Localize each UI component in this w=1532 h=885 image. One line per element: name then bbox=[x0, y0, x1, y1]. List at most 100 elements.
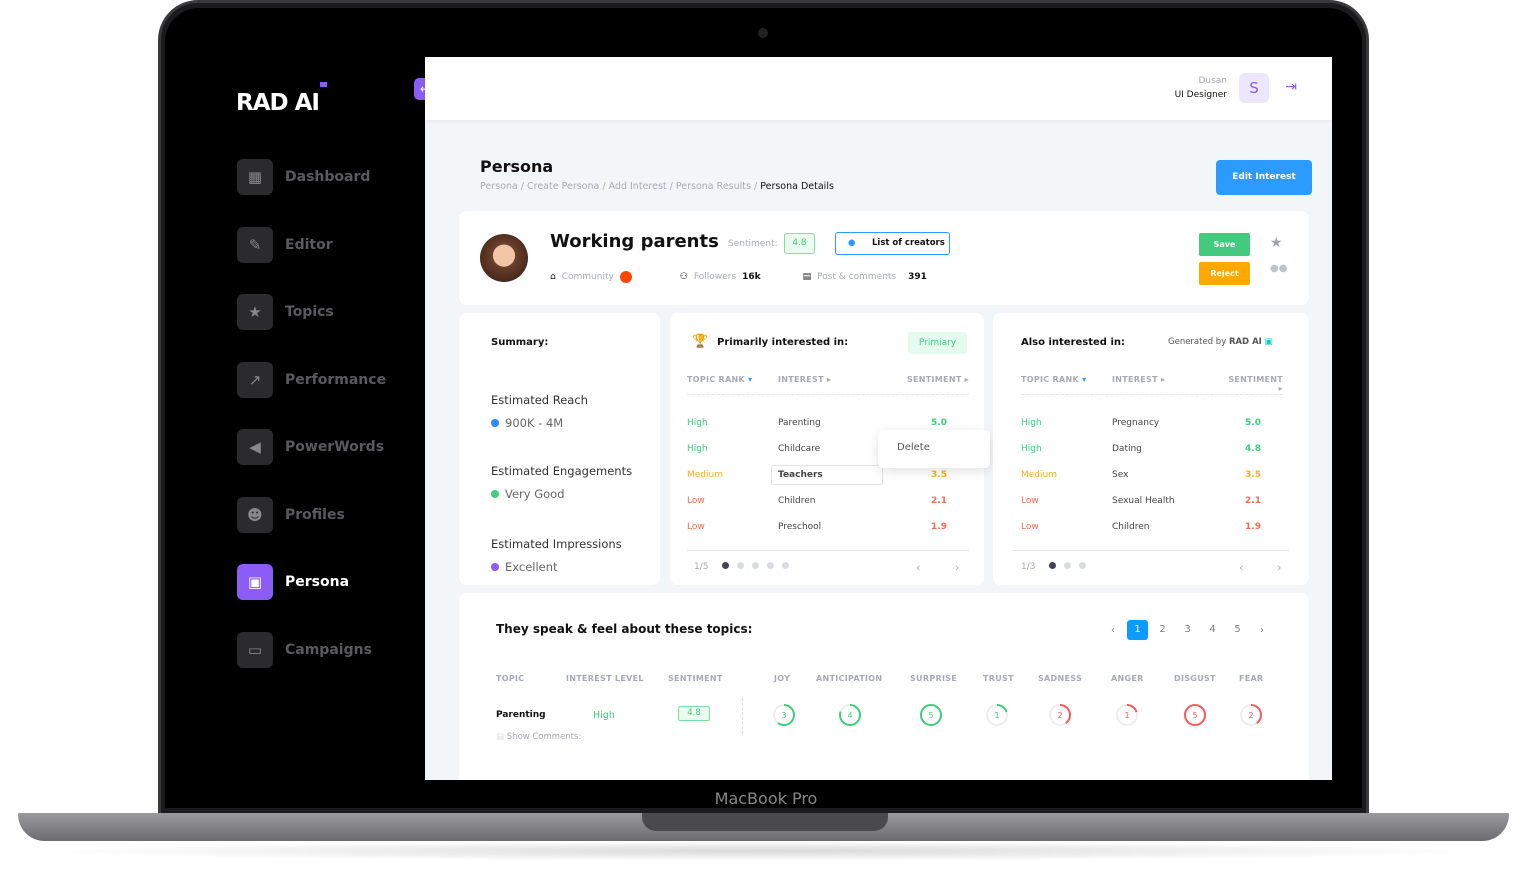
page-button[interactable]: 1 bbox=[1127, 620, 1148, 640]
reddit-icon[interactable] bbox=[619, 271, 632, 283]
sentiment: 2.1 bbox=[1245, 496, 1261, 506]
pagination-dot[interactable] bbox=[1049, 562, 1057, 569]
sentiment-badge: 4.8 bbox=[678, 706, 710, 721]
table-row[interactable]: Medium Sex 3.5 bbox=[1021, 462, 1283, 488]
sidebar-item-editor[interactable]: ✎ Editor bbox=[237, 226, 427, 263]
page-title: Persona bbox=[480, 157, 554, 176]
sidebar-item-persona[interactable]: ▣ Persona bbox=[237, 564, 427, 600]
avatar[interactable]: S bbox=[1239, 73, 1269, 103]
pagination-dot[interactable] bbox=[782, 562, 790, 569]
column-header: INTEREST LEVEL bbox=[566, 674, 644, 683]
breadcrumb-link[interactable]: Persona bbox=[480, 181, 518, 192]
column-header: TRUST bbox=[983, 674, 1014, 683]
column-header: JOY bbox=[774, 674, 791, 683]
user-role: UI Designer bbox=[1174, 90, 1227, 100]
next-button[interactable]: › bbox=[1277, 561, 1281, 574]
persona-name: Working parents bbox=[550, 231, 719, 252]
breadcrumb-link[interactable]: Add Interest bbox=[609, 181, 667, 192]
laptop-notch bbox=[642, 813, 888, 831]
breadcrumb-link[interactable]: Persona Results bbox=[676, 181, 751, 192]
sidebar-item-performance[interactable]: ↗ Performance bbox=[237, 361, 427, 398]
page-button[interactable]: 3 bbox=[1177, 620, 1198, 640]
users-icon: ☻ bbox=[237, 496, 273, 533]
topic-row: Parenting High 4.8 ▤ Show Comments: 3 4 5 1 2 1 5 2 bbox=[459, 698, 1309, 758]
chip-icon: ▣ bbox=[1264, 337, 1273, 347]
also-interests-card: Also interested in: Generated by RAD AI … bbox=[993, 313, 1309, 585]
user-icon: ● bbox=[848, 238, 856, 248]
sidebar-item-dashboard[interactable]: ▦ Dashboard bbox=[237, 159, 427, 195]
topic-rank: High bbox=[687, 444, 708, 454]
sidebar-item-powerwords[interactable]: ◀ PowerWords bbox=[237, 429, 427, 465]
column-header[interactable]: TOPIC RANK ▾ bbox=[687, 375, 778, 394]
column-header[interactable]: INTEREST ▸ bbox=[778, 375, 890, 394]
pen-icon: ✎ bbox=[237, 226, 273, 263]
generated-by: Generated by RAD AI ▣ bbox=[1168, 337, 1273, 347]
column-header[interactable]: TOPIC RANK ▾ bbox=[1021, 375, 1112, 394]
column-header: SENTIMENT bbox=[668, 674, 723, 683]
pagination-dot[interactable] bbox=[1079, 562, 1087, 569]
topic-rank: High bbox=[1021, 418, 1042, 428]
page-button[interactable]: 5 bbox=[1227, 620, 1248, 640]
emotion-ring-joy: 3 bbox=[772, 703, 796, 731]
interest: Teachers bbox=[771, 465, 883, 485]
star-icon: ★ bbox=[237, 294, 273, 330]
breadcrumb: Persona / Create Persona / Add Interest … bbox=[480, 181, 834, 192]
delete-menu-item[interactable]: Delete bbox=[878, 430, 990, 465]
sentiment: 2.1 bbox=[931, 496, 947, 506]
interest: Children bbox=[778, 496, 816, 506]
pagination-dot[interactable] bbox=[737, 562, 745, 569]
page-button[interactable]: 4 bbox=[1202, 620, 1223, 640]
emotion-ring-trust: 1 bbox=[985, 703, 1009, 731]
svg-text:1: 1 bbox=[1124, 711, 1129, 720]
sidebar-item-campaigns[interactable]: ▭ Campaigns bbox=[237, 631, 427, 668]
comment-icon: ▤ bbox=[496, 732, 505, 742]
community-icon: ⌂ bbox=[550, 272, 556, 282]
page-indicator: 1/3 bbox=[1021, 562, 1036, 572]
table-row[interactable]: Low Children 1.9 bbox=[1021, 514, 1283, 540]
camera bbox=[758, 28, 768, 38]
pagination-dot[interactable] bbox=[767, 562, 775, 569]
next-button[interactable]: › bbox=[955, 561, 959, 574]
next-page-button[interactable]: › bbox=[1260, 625, 1264, 636]
star-icon[interactable]: ★ bbox=[1270, 235, 1283, 251]
trophy-icon: 🏆 bbox=[692, 334, 709, 349]
sidebar-item-profiles[interactable]: ☻ Profiles bbox=[237, 496, 427, 533]
summary-label: Estimated Reach bbox=[491, 393, 588, 407]
interest: Childcare bbox=[778, 444, 821, 454]
summary-value: Excellent bbox=[491, 560, 558, 574]
sidebar-item-label: Dashboard bbox=[285, 169, 371, 185]
page-indicator: 1/5 bbox=[694, 562, 709, 572]
column-header: TOPIC bbox=[496, 674, 525, 683]
pagination-dot[interactable] bbox=[1064, 562, 1072, 569]
topic-name: Parenting bbox=[496, 710, 546, 720]
column-header[interactable]: INTEREST ▸ bbox=[1112, 375, 1222, 394]
pagination-dot[interactable] bbox=[722, 562, 730, 569]
svg-text:5: 5 bbox=[928, 711, 933, 720]
table-row[interactable]: Low Preschool 1.9 bbox=[687, 514, 969, 540]
topic-rank: Medium bbox=[687, 470, 723, 480]
table-row[interactable]: High Dating 4.8 bbox=[1021, 436, 1283, 462]
prev-button[interactable]: ‹ bbox=[1239, 561, 1243, 574]
table-row[interactable]: Low Sexual Health 2.1 bbox=[1021, 488, 1283, 514]
sentiment: 1.9 bbox=[931, 522, 947, 532]
list-of-creators-button[interactable]: ● List of creators bbox=[835, 232, 950, 255]
breadcrumb-link[interactable]: Create Persona bbox=[527, 181, 599, 192]
topic-rank: Low bbox=[1021, 496, 1039, 506]
show-comments-button[interactable]: ▤ Show Comments: bbox=[496, 732, 581, 742]
column-header[interactable]: SENTIMENT ▸ bbox=[890, 375, 969, 394]
column-header[interactable]: SENTIMENT ▸ bbox=[1222, 375, 1283, 394]
interest: Children bbox=[1112, 522, 1150, 532]
edit-interest-button[interactable]: Edit Interest bbox=[1216, 160, 1312, 195]
logout-icon[interactable]: ⇥ bbox=[1285, 79, 1297, 95]
sidebar-item-topics[interactable]: ★ Topics bbox=[237, 294, 427, 330]
pagination-dot[interactable] bbox=[752, 562, 760, 569]
reject-button[interactable]: Reject bbox=[1199, 262, 1250, 285]
table-row[interactable]: Low Children 2.1 bbox=[687, 488, 969, 514]
table-row[interactable]: High Pregnancy 5.0 bbox=[1021, 410, 1283, 436]
page-button[interactable]: 2 bbox=[1152, 620, 1173, 640]
save-button[interactable]: Save bbox=[1199, 233, 1250, 256]
summary-label: Estimated Impressions bbox=[491, 537, 622, 551]
prev-page-button[interactable]: ‹ bbox=[1111, 625, 1115, 636]
more-icon[interactable]: ●● bbox=[1270, 263, 1287, 274]
prev-button[interactable]: ‹ bbox=[916, 561, 920, 574]
